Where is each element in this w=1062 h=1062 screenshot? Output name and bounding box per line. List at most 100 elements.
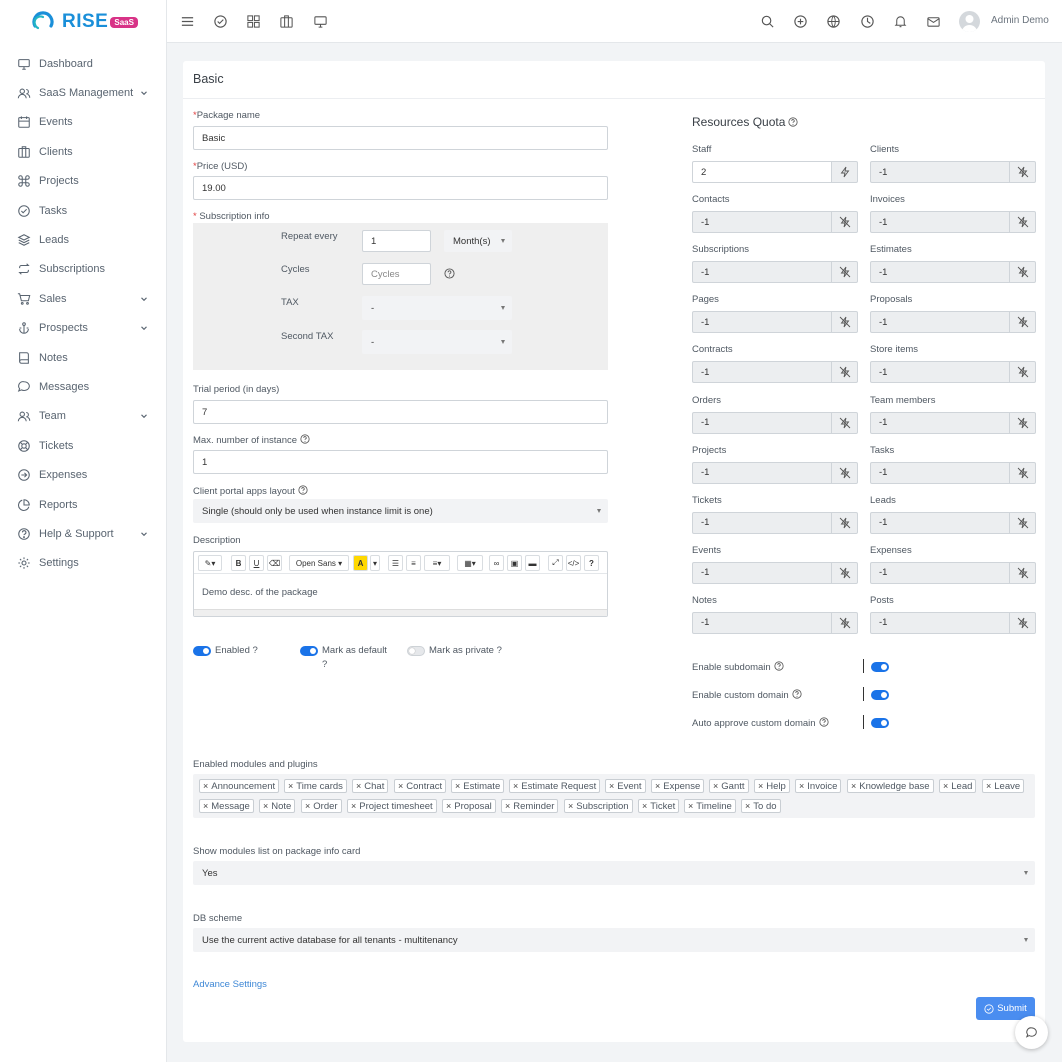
sidebar-item-team[interactable]: Team (0, 402, 166, 431)
quota-unlimited-toggle-pages[interactable] (832, 311, 858, 334)
module-tag[interactable]: × Leave (982, 779, 1025, 793)
quota-input-team-members[interactable]: -1 (870, 411, 1010, 434)
remove-tag-icon[interactable]: × (263, 801, 268, 811)
module-tag[interactable]: × Help (754, 779, 790, 793)
quota-input-posts[interactable]: -1 (870, 611, 1010, 634)
quota-unlimited-toggle-events[interactable] (832, 561, 858, 584)
quota-unlimited-toggle-posts[interactable] (1010, 611, 1036, 634)
tax-select[interactable]: - (362, 296, 512, 320)
bold-icon[interactable]: B (231, 555, 246, 571)
eraser-icon[interactable]: ⌫ (267, 555, 282, 571)
help-circle-icon[interactable] (792, 689, 802, 699)
help-circle-icon[interactable] (300, 434, 310, 444)
remove-tag-icon[interactable]: × (288, 781, 293, 791)
quota-unlimited-toggle-leads[interactable] (1010, 511, 1036, 534)
sidebar-item-saas-management[interactable]: SaaS Management (0, 78, 166, 107)
module-tag[interactable]: × Estimate Request (509, 779, 601, 793)
help-circle-icon[interactable] (818, 717, 829, 727)
enable-subdomain-toggle[interactable] (871, 662, 889, 672)
quota-input-projects[interactable]: -1 (692, 461, 832, 484)
quota-unlimited-toggle-tickets[interactable] (832, 511, 858, 534)
repeat-unit-select[interactable]: Month(s) (444, 230, 512, 252)
remove-tag-icon[interactable]: × (446, 801, 451, 811)
quota-unlimited-toggle-clients[interactable] (1010, 161, 1036, 183)
auto-approve-custom-domain-toggle[interactable] (871, 718, 889, 728)
bell-icon[interactable] (893, 14, 908, 29)
sidebar-item-sales[interactable]: Sales (0, 284, 166, 313)
max-instance-input[interactable]: 1 (193, 450, 608, 474)
fullscreen-icon[interactable]: ⤢ (548, 555, 563, 571)
quota-input-invoices[interactable]: -1 (870, 211, 1010, 234)
search-icon[interactable] (760, 14, 775, 29)
quota-input-estimates[interactable]: -1 (870, 261, 1010, 284)
remove-tag-icon[interactable]: × (203, 801, 208, 811)
font-family-select[interactable]: Open Sans ▾ (289, 555, 349, 571)
grid-icon[interactable] (246, 14, 261, 29)
second-tax-select[interactable]: - (362, 330, 512, 354)
align-icon[interactable]: ≡▾ (424, 555, 450, 571)
remove-tag-icon[interactable]: × (799, 781, 804, 791)
quota-input-expenses[interactable]: -1 (870, 561, 1010, 584)
private-toggle[interactable] (407, 646, 425, 656)
price-input[interactable]: 19.00 (193, 176, 608, 200)
sidebar-item-tickets[interactable]: Tickets (0, 431, 166, 460)
quota-unlimited-toggle-proposals[interactable] (1010, 311, 1036, 334)
module-tag[interactable]: × Timeline (684, 799, 736, 813)
quota-input-clients[interactable]: -1 (870, 161, 1010, 183)
quota-unlimited-toggle-staff[interactable] (832, 161, 858, 183)
quota-input-subscriptions[interactable]: -1 (692, 261, 832, 284)
remove-tag-icon[interactable]: × (986, 781, 991, 791)
sidebar-item-clients[interactable]: Clients (0, 137, 166, 166)
quota-input-contacts[interactable]: -1 (692, 211, 832, 234)
module-tag[interactable]: × Chat (352, 779, 389, 793)
sidebar-item-events[interactable]: Events (0, 108, 166, 137)
quota-unlimited-toggle-contacts[interactable] (832, 211, 858, 234)
sidebar-item-dashboard[interactable]: Dashboard (0, 49, 166, 78)
quota-input-notes[interactable]: -1 (692, 611, 832, 634)
module-tag[interactable]: × Message (199, 799, 254, 813)
table-icon[interactable]: ▦▾ (457, 555, 483, 571)
menu-icon[interactable] (180, 14, 195, 29)
module-tag[interactable]: × Proposal (442, 799, 496, 813)
help-circle-icon[interactable] (774, 661, 784, 671)
underline-icon[interactable]: U (249, 555, 264, 571)
quota-unlimited-toggle-orders[interactable] (832, 411, 858, 434)
user-name[interactable]: Admin Demo (991, 15, 1049, 26)
remove-tag-icon[interactable]: × (568, 801, 573, 811)
module-tag[interactable]: × Announcement (199, 779, 280, 793)
check-circle-icon[interactable] (213, 14, 228, 29)
ordered-list-icon[interactable]: ≡ (406, 555, 421, 571)
help-circle-icon[interactable] (444, 268, 455, 279)
remove-tag-icon[interactable]: × (455, 781, 460, 791)
package-name-input[interactable]: Basic (193, 126, 608, 150)
quota-unlimited-toggle-team-members[interactable] (1010, 411, 1036, 434)
quota-input-events[interactable]: -1 (692, 561, 832, 584)
description-editor[interactable]: ✎▾ B U ⌫ Open Sans ▾ A ▾ ☰ ≡ ≡▾ ▦▾ ∞ ▣ ▬… (193, 551, 608, 617)
remove-tag-icon[interactable]: × (305, 801, 310, 811)
remove-tag-icon[interactable]: × (745, 801, 750, 811)
module-tag[interactable]: × Invoice (795, 779, 842, 793)
sidebar-item-help-support[interactable]: Help & Support (0, 519, 166, 548)
modules-multiselect[interactable]: × Announcement × Time cards × Chat × Contract × E… (193, 774, 1035, 818)
quota-input-tickets[interactable]: -1 (692, 511, 832, 534)
quota-input-store-items[interactable]: -1 (870, 361, 1010, 384)
module-tag[interactable]: × Reminder (501, 799, 559, 813)
magic-wand-icon[interactable]: ✎▾ (198, 555, 222, 571)
remove-tag-icon[interactable]: × (609, 781, 614, 791)
quota-input-staff[interactable]: 2 (692, 161, 832, 183)
remove-tag-icon[interactable]: × (356, 781, 361, 791)
module-tag[interactable]: × Order (301, 799, 342, 813)
image-icon[interactable]: ▣ (507, 555, 522, 571)
quota-input-leads[interactable]: -1 (870, 511, 1010, 534)
module-tag[interactable]: × Estimate (451, 779, 505, 793)
enabled-toggle[interactable] (193, 646, 211, 656)
quota-unlimited-toggle-invoices[interactable] (1010, 211, 1036, 234)
help-icon[interactable]: ? (584, 555, 599, 571)
briefcase-icon[interactable] (279, 14, 294, 29)
help-circle-icon[interactable] (788, 117, 798, 127)
quota-input-contracts[interactable]: -1 (692, 361, 832, 384)
sidebar-item-settings[interactable]: Settings (0, 549, 166, 578)
quota-unlimited-toggle-subscriptions[interactable] (832, 261, 858, 284)
quota-unlimited-toggle-notes[interactable] (832, 611, 858, 634)
remove-tag-icon[interactable]: × (642, 801, 647, 811)
